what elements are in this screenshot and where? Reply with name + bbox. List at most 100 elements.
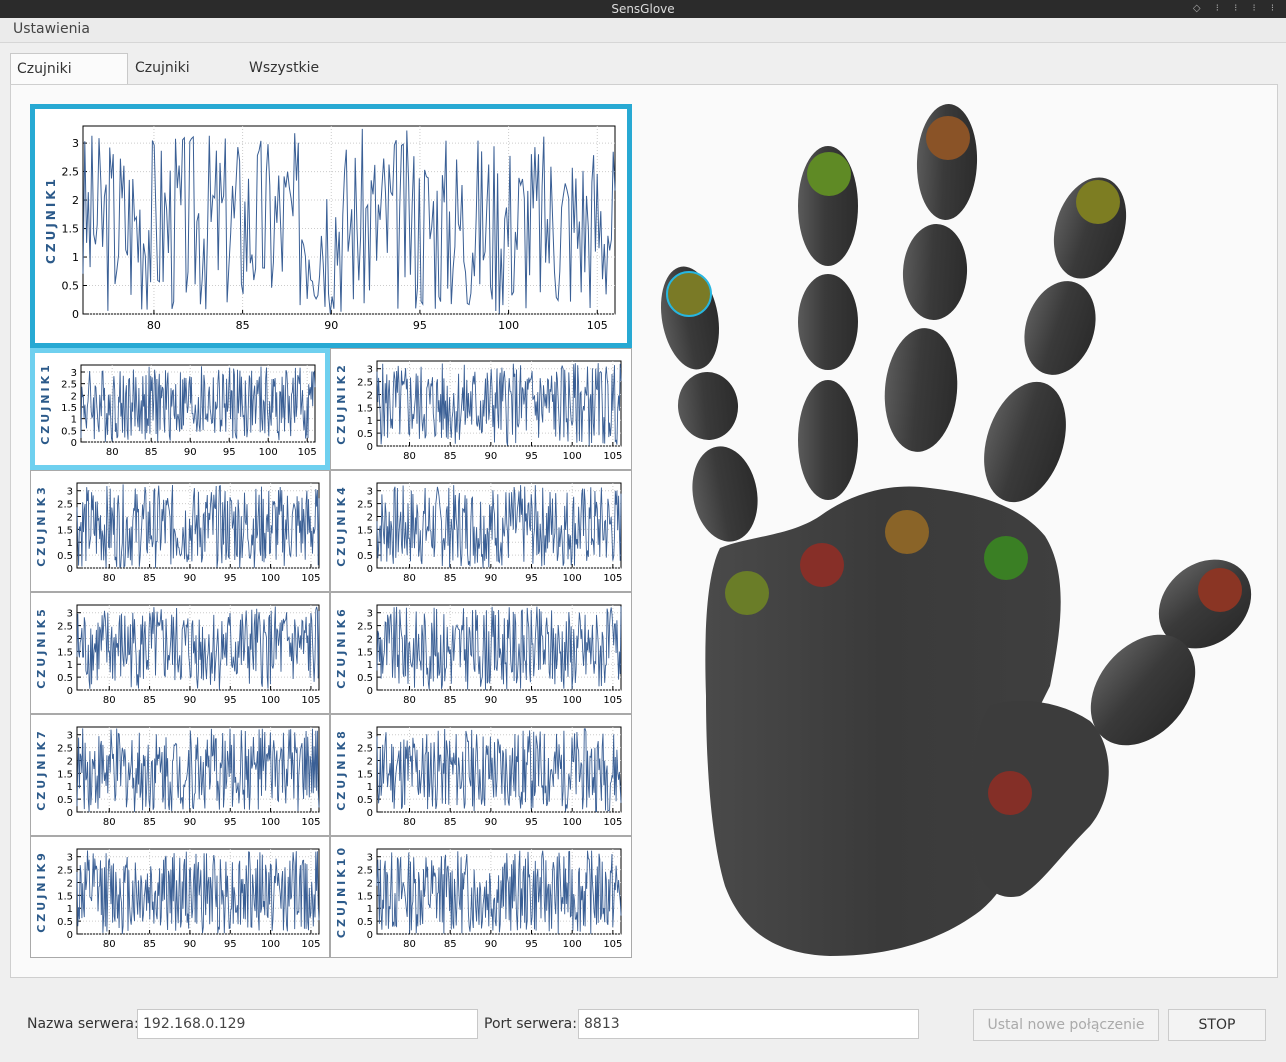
finger-pinky-base [692,446,758,542]
sensor-plot-10[interactable]: 80 85 90 95 100 105 0 0.5 1 1.5 2 2.5 3 CZUJNIK10 [330,836,632,958]
y-axis-label: CZUJNIK1 [44,176,58,264]
plot-svg: 80 85 90 95 100 10500.511.522.53CZUJNIK1 [44,125,616,332]
y-tick-label: 2.5 [357,378,373,389]
sensor-plot-3[interactable]: 80 85 90 95 100 105 0 0.5 1 1.5 2 2.5 3 CZUJNIK3 [30,470,330,592]
x-tick-label: 85 [444,573,457,584]
x-tick-label: 95 [224,573,237,584]
tab-pressure-sensors[interactable]: Czujniki nacisku [10,53,128,108]
x-tick-label: 90 [484,695,497,706]
sensor-pinky-tip[interactable] [666,271,712,317]
sensor-ring-tip[interactable] [807,152,851,196]
y-tick-label: 2 [71,391,77,402]
sensor-plot-2[interactable]: 80 85 90 95 100 105 0 0.5 1 1.5 2 2.5 3 CZUJNIK2 [330,348,632,470]
y-tick-label: 1 [367,538,373,549]
y-tick-label: 1 [67,904,73,915]
x-tick-label: 80 [106,447,119,458]
x-tick-label: 95 [224,939,237,950]
tab-bend-sensors[interactable]: Czujniki zgięcia [129,53,196,107]
sensor-index-tip[interactable] [1076,180,1120,224]
finger-pinky-mid [677,372,739,440]
sensor-plot-4[interactable]: 80 85 90 95 100 105 0 0.5 1 1.5 2 2.5 3 CZUJNIK4 [330,470,632,592]
y-tick-label: 2 [67,878,73,889]
sensor-plot-6[interactable]: 80 85 90 95 100 105 0 0.5 1 1.5 2 2.5 3 CZUJNIK6 [330,592,632,714]
y-tick-label: 0 [67,930,73,941]
sensor-plot-9[interactable]: 80 85 90 95 100 105 0 0.5 1 1.5 2 2.5 3 CZUJNIK9 [30,836,330,958]
y-tick-label: 3 [367,487,373,498]
y-tick-label: 2 [367,512,373,523]
x-tick-label: 90 [484,451,497,462]
y-tick-label: 1 [367,416,373,427]
y-tick-label: 2 [367,756,373,767]
menu-settings[interactable]: Ustawienia [13,21,90,37]
tab-all-sensors[interactable]: Wszystkie czujniki [243,53,325,107]
x-tick-label: 90 [484,573,497,584]
y-tick-label: 3 [367,731,373,742]
y-axis-label: CZUJNIK7 [35,728,48,811]
x-tick-label: 100 [563,939,582,950]
x-tick-label: 80 [103,939,116,950]
y-axis-label: CZUJNIK6 [335,606,348,689]
y-tick-label: 3 [71,368,77,379]
reconnect-button[interactable]: Ustal nowe połączenie [973,1009,1159,1041]
x-tick-label: 90 [484,817,497,828]
plot-svg: 80 85 90 95 100 10500.511.522.53CZUJNIK1 [39,362,317,458]
stop-button[interactable]: STOP [1168,1009,1266,1041]
sensor-plot-5[interactable]: 80 85 90 95 100 105 0 0.5 1 1.5 2 2.5 3 CZUJNIK5 [30,592,330,714]
y-tick-label: 0 [71,438,77,449]
y-tick-label: 1 [367,782,373,793]
y-tick-label: 1.5 [357,769,373,780]
y-tick-label: 2 [367,878,373,889]
x-tick-label: 85 [236,319,250,332]
x-tick-label: 95 [525,451,538,462]
x-tick-label: 105 [298,447,317,458]
server-name-input[interactable]: 192.168.0.129 [137,1009,478,1039]
y-tick-label: 2.5 [57,500,73,511]
y-tick-label: 1.5 [61,403,77,414]
y-tick-label: 3 [67,609,73,620]
y-tick-label: 2.5 [57,744,73,755]
sensor-palm-3[interactable] [885,510,929,554]
sensor-thumb-base[interactable] [988,771,1032,815]
finger-ring-mid [798,274,858,370]
y-tick-label: 2.5 [57,622,73,633]
sensor-palm-4[interactable] [984,536,1028,580]
y-tick-label: 0.5 [61,426,77,437]
sensor-plot-8[interactable]: 80 85 90 95 100 105 0 0.5 1 1.5 2 2.5 3 CZUJNIK8 [330,714,632,836]
window-title: SensGlove [611,2,675,16]
y-tick-label: 2 [67,756,73,767]
sensor-plot-main[interactable]: 80 85 90 95 100 105 0 0.5 1 1.5 2 2.5 3 CZUJNIK1 [30,104,632,348]
sensor-plot-7[interactable]: 80 85 90 95 100 105 0 0.5 1 1.5 2 2.5 3 CZUJNIK7 [30,714,330,836]
y-axis-label: CZUJNIK3 [35,484,48,567]
sensor-palm-2[interactable] [800,543,844,587]
y-tick-label: 0 [72,308,79,321]
y-axis-label: CZUJNIK4 [335,484,348,567]
x-tick-label: 80 [403,573,416,584]
y-axis-label: CZUJNIK2 [335,362,348,445]
sensor-plot-1[interactable]: 80 85 90 95 100 105 0 0.5 1 1.5 2 2.5 3 CZUJNIK1 [30,348,330,470]
finger-index-mid [1024,281,1096,375]
y-tick-label: 3 [367,609,373,620]
y-tick-label: 2.5 [62,166,80,179]
x-tick-label: 85 [143,817,156,828]
y-axis-label: CZUJNIK5 [35,606,48,689]
x-tick-label: 90 [184,817,197,828]
y-tick-label: 0 [367,564,373,575]
server-port-input[interactable]: 8813 [578,1009,919,1039]
plot-svg: 80 85 90 95 100 105 0 0.5 1 1.5 22.5 3 CZUJNIK8 [335,726,622,828]
x-tick-label: 105 [603,939,622,950]
window-controls[interactable]: ◇ ⁝ ⁝ ⁝ ⁝ [1193,0,1280,18]
plot-svg: 80 85 90 95 100 105 0 0.5 1 1.5 22.5 3 CZUJNIK5 [35,604,320,706]
y-tick-label: 2.5 [357,500,373,511]
y-tick-label: 0 [367,686,373,697]
y-tick-label: 3 [67,853,73,864]
x-tick-label: 90 [184,939,197,950]
x-tick-label: 100 [261,573,280,584]
x-tick-label: 90 [484,939,497,950]
plot-svg: 80 85 90 95 100 105 0 0.5 1 1.5 22.5 3 CZUJNIK7 [35,726,320,828]
y-tick-label: 0.5 [357,551,373,562]
server-port-label: Port serwera: [484,1016,577,1032]
x-tick-label: 80 [103,695,116,706]
sensor-thumb-tip[interactable] [1198,568,1242,612]
sensor-middle-tip[interactable] [926,116,970,160]
sensor-palm-1[interactable] [725,571,769,615]
